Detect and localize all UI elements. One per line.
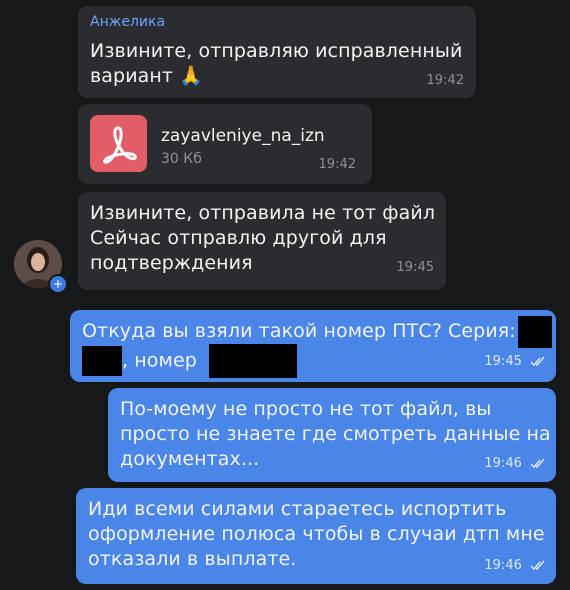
outgoing-message[interactable]: Иди всеми силами стараетесь испортить оф… <box>76 488 556 584</box>
message-text: подтверждения <box>90 252 253 274</box>
message-text: Иди всеми силами стараетесь испортить <box>88 498 507 520</box>
incoming-message[interactable]: Анжелика Извините, отправляю исправленны… <box>78 6 476 98</box>
redacted-block <box>518 316 552 348</box>
message-text: По-моему не просто не тот файл, вы <box>120 398 492 420</box>
message-text: Извините, отправила не тот файл <box>90 202 436 224</box>
message-time: 19:45 <box>396 260 434 275</box>
message-text: просто не знаете где смотреть данные на <box>120 423 551 445</box>
time-text: 19:46 <box>484 558 522 573</box>
incoming-message[interactable]: Извините, отправила не тот файл Сейчас о… <box>78 192 446 290</box>
file-message[interactable]: zayavleniye_na_izn 30 Кб 19:42 <box>78 104 372 184</box>
double-check-icon <box>530 458 545 469</box>
double-check-icon <box>530 560 545 571</box>
time-text: 19:45 <box>484 354 522 369</box>
message-time: 19:45 <box>484 354 546 369</box>
redacted-block <box>209 344 298 378</box>
message-time: 19:46 <box>484 456 546 471</box>
sender-name[interactable]: Анжелика <box>90 14 165 30</box>
message-text: оформление полюса чтобы в случаи дтп мне <box>88 523 545 545</box>
message-text: Откуда вы взяли такой номер ПТС? Серия: <box>82 320 516 342</box>
double-check-icon <box>530 356 545 367</box>
outgoing-message[interactable]: По-моему не просто не тот файл, вы прост… <box>108 388 556 482</box>
acrobat-icon <box>103 126 137 164</box>
message-text: вариант 🙏 <box>90 65 203 87</box>
message-text: Извините, отправляю исправленный <box>90 40 463 62</box>
message-text: , номер <box>122 349 197 372</box>
message-time: 19:46 <box>484 558 546 573</box>
message-text: отказали в выплате. <box>88 548 297 570</box>
outgoing-message[interactable]: Откуда вы взяли такой номер ПТС? Серия: … <box>70 310 556 382</box>
redacted-block <box>82 346 122 376</box>
add-contact-badge[interactable]: + <box>48 274 68 294</box>
message-text: Сейчас отправлю другой для <box>90 227 387 249</box>
file-size: 30 Кб <box>161 151 202 167</box>
pdf-icon[interactable] <box>90 115 147 172</box>
time-text: 19:46 <box>484 456 522 471</box>
message-time: 19:42 <box>318 157 356 172</box>
message-time: 19:42 <box>426 73 464 88</box>
file-name[interactable]: zayavleniye_na_izn <box>161 126 346 146</box>
